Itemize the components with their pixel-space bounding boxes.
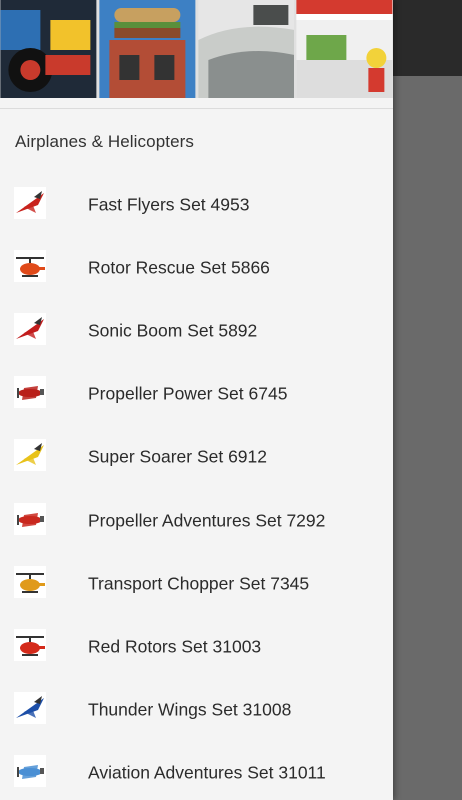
list-item[interactable]: Fast Flyers Set 4953 <box>0 173 393 236</box>
helicopter-icon <box>14 628 46 661</box>
list-item[interactable]: Super Soarer Set 6912 <box>0 426 393 489</box>
list-item-label: Transport Chopper Set 7345 <box>88 573 310 594</box>
list-item[interactable]: Rotor Rescue Set 5866 <box>0 236 393 299</box>
list-item-label: Red Rotors Set 31003 <box>88 636 262 657</box>
list-item[interactable]: Transport Chopper Set 7345 <box>0 552 393 615</box>
navigation-drawer: Airplanes & Helicopters Fast Flyers Set … <box>0 0 393 800</box>
list-item-label: Propeller Power Set 6745 <box>88 383 288 404</box>
lego-market-tile <box>296 0 393 98</box>
red-jet-icon <box>14 186 46 219</box>
propeller-plane-icon <box>14 376 46 409</box>
list-item-label: Fast Flyers Set 4953 <box>88 194 250 215</box>
list-item-label: Propeller Adventures Set 7292 <box>88 510 326 531</box>
seaplane-icon <box>14 755 46 788</box>
red-jet-icon <box>14 312 46 345</box>
drawer-header-images <box>0 0 393 98</box>
list-item[interactable]: Aviation Adventures Set 31011 <box>0 742 393 800</box>
lego-vehicle-tile <box>0 0 97 98</box>
list-item[interactable]: Red Rotors Set 31003 <box>0 615 393 678</box>
header-divider <box>0 108 393 109</box>
list-item[interactable]: Thunder Wings Set 31008 <box>0 679 393 742</box>
helicopter-icon <box>14 565 46 598</box>
set-list: Fast Flyers Set 4953 Rotor Rescue Set 58… <box>0 173 393 800</box>
list-item[interactable]: Propeller Adventures Set 7292 <box>0 489 393 552</box>
propeller-plane-icon <box>14 502 46 535</box>
list-item[interactable]: Sonic Boom Set 5892 <box>0 299 393 362</box>
list-item[interactable]: Propeller Power Set 6745 <box>0 363 393 426</box>
yellow-plane-icon <box>14 439 46 472</box>
list-item-label: Sonic Boom Set 5892 <box>88 320 258 341</box>
list-item-label: Super Soarer Set 6912 <box>88 446 268 467</box>
blue-jet-icon <box>14 692 46 725</box>
list-item-label: Aviation Adventures Set 31011 <box>88 762 326 783</box>
helicopter-icon <box>14 249 46 282</box>
lego-building-tile <box>99 0 196 98</box>
list-item-label: Rotor Rescue Set 5866 <box>88 257 270 278</box>
section-title: Airplanes & Helicopters <box>15 132 194 151</box>
lego-car-tile <box>197 0 295 98</box>
list-item-label: Thunder Wings Set 31008 <box>88 699 292 720</box>
